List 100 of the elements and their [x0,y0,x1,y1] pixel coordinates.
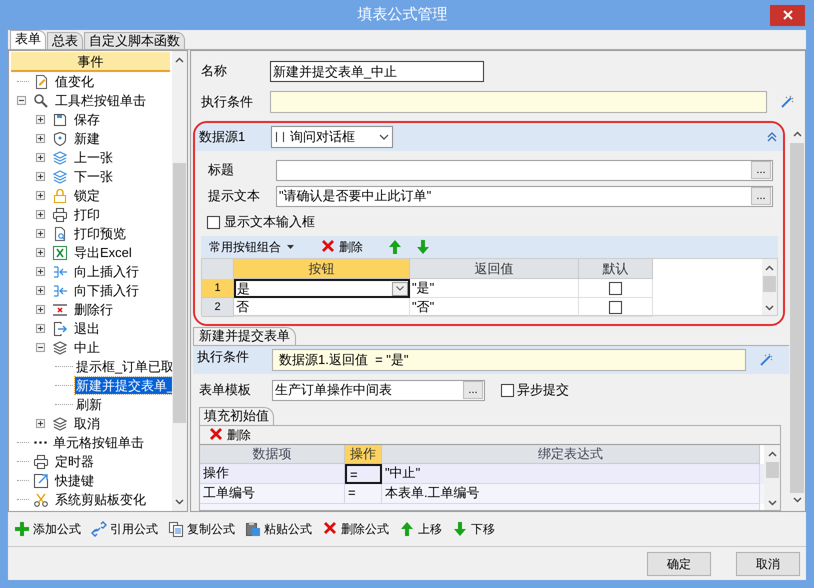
tree-item[interactable]: 提示框_订单已取 [75,358,176,375]
dropdown[interactable]: 询问对话框 [271,126,393,148]
chevron-up-icon[interactable] [765,265,774,271]
expand-icon[interactable] [36,419,45,428]
ellipsis-button[interactable]: ... [463,381,483,399]
checkbox[interactable] [609,282,622,294]
ellipsis-button[interactable]: ... [751,187,771,205]
arrow-up-icon [387,239,403,255]
expand-icon[interactable] [36,134,45,143]
scrollbar[interactable] [764,445,780,510]
expand-icon[interactable] [36,248,45,257]
paste-button[interactable]: 粘贴公式 [245,520,312,538]
ellipsis-button[interactable]: ... [751,161,771,179]
expand-icon[interactable] [36,229,45,238]
name-field[interactable]: 新建并提交表单_中止 [270,60,484,82]
chevron-down-icon[interactable] [175,499,184,505]
move-down-button[interactable] [415,239,431,255]
reference-button[interactable]: 引用公式 [91,520,158,538]
close-button[interactable] [770,4,805,26]
checkbox[interactable] [501,384,514,396]
condition-field[interactable]: 数据源1.返回值 = "是" [272,349,746,371]
dropdown-button[interactable]: 常用按钮组合 [209,238,294,256]
column-header[interactable]: 返回值 [410,259,579,279]
chevron-up-icon[interactable] [792,131,802,137]
chevron-up-icon[interactable] [175,57,184,63]
tree-item[interactable]: 打印 [73,206,101,223]
collapse-icon[interactable] [17,96,26,105]
expand-icon[interactable] [36,191,45,200]
wand-icon[interactable] [759,353,773,367]
column-header[interactable]: 按钮 [234,259,410,279]
tree-item[interactable]: 中止 [73,339,101,356]
tree-item[interactable]: 删除行 [73,301,114,318]
tab[interactable]: 总表 [47,32,83,49]
scrollbar-thumb[interactable] [766,462,778,478]
expand-icon[interactable] [36,115,45,124]
move-up-button[interactable]: 上移 [399,520,442,538]
tab[interactable]: 自定义脚本函数 [84,32,185,49]
close-icon [782,10,792,20]
tree-item[interactable]: 新建 [73,130,101,147]
tree-item[interactable]: 上一张 [73,149,114,166]
scrollbar[interactable] [172,51,187,511]
tree-item[interactable]: 保存 [73,111,101,128]
checkbox[interactable] [609,300,622,314]
table-cell: = [345,464,382,484]
tree-item[interactable]: 单元格按钮单击 [52,434,145,451]
tree-item[interactable]: 工具栏按钮单击 [54,92,147,109]
collapse-chevron-icon[interactable] [767,132,777,142]
column-header[interactable]: 操作 [345,445,382,464]
tree-item[interactable]: 定时器 [54,453,95,470]
tree-item[interactable]: 向上插入行 [73,263,140,280]
expand-icon[interactable] [36,267,45,276]
tree-item[interactable]: 刷新 [75,396,103,413]
scrollbar[interactable] [762,259,777,315]
add-button[interactable]: 添加公式 [14,520,81,538]
tree-item[interactable]: 值变化 [54,73,95,90]
delete-button[interactable]: 删除 [200,426,251,444]
section-tab[interactable]: 填充初始值 [199,407,274,425]
expand-icon[interactable] [36,324,45,333]
tab[interactable]: 表单 [10,30,46,49]
collapse-icon[interactable] [36,343,45,352]
delete-button[interactable]: 删除公式 [322,520,389,538]
checkbox[interactable] [207,216,220,228]
tree-item[interactable]: 导出Excel [73,244,133,261]
title-field[interactable]: ... [276,160,773,180]
chevron-down-icon[interactable] [792,497,802,503]
column-header[interactable]: 默认 [579,259,653,279]
tree-item[interactable]: 取消 [73,415,101,432]
condition-field[interactable] [270,91,767,113]
field-value: 生产订单操作中间表 [275,381,393,400]
tree-item[interactable]: 系统剪贴板变化 [54,491,147,508]
chevron-down-icon[interactable] [768,500,776,506]
tree-item[interactable]: 向下插入行 [73,282,140,299]
move-down-button[interactable]: 下移 [452,520,495,538]
table-cell-editor[interactable]: 是 [234,279,410,298]
chevron-up-icon[interactable] [768,451,776,457]
table-row[interactable]: 工单编号 = 本表单.工单编号 [200,484,764,504]
move-up-button[interactable] [387,239,403,255]
delete-button[interactable]: 删除 [320,238,363,256]
column-header[interactable]: 绑定表达式 [382,445,760,464]
copy-button[interactable]: 复制公式 [168,520,235,538]
dialog-button[interactable]: 确定 [647,552,711,576]
tree-item[interactable]: 快捷键 [54,472,95,489]
tree-item[interactable]: 下一张 [73,168,114,185]
chevron-down-icon[interactable] [765,305,774,311]
expand-icon[interactable] [36,210,45,219]
wand-icon[interactable] [780,95,794,109]
dialog-button[interactable]: 取消 [736,552,800,576]
column-header[interactable]: 数据项 [200,445,345,464]
tree-item[interactable]: 锁定 [73,187,101,204]
expand-icon[interactable] [36,305,45,314]
table-row[interactable]: 操作 = "中止" [200,464,764,484]
tree-item[interactable]: 打印预览 [73,225,127,242]
section-tab[interactable]: 新建并提交表单 [193,327,296,345]
tree-item[interactable]: 退出 [73,320,101,337]
expand-icon[interactable] [36,172,45,181]
arrow-up-icon [399,521,415,537]
expand-icon[interactable] [36,153,45,162]
prompt-field[interactable]: "请确认是否要中止此订单" ... [276,186,773,206]
expand-icon[interactable] [36,286,45,295]
template-field[interactable]: 生产订单操作中间表 ... [272,380,485,400]
